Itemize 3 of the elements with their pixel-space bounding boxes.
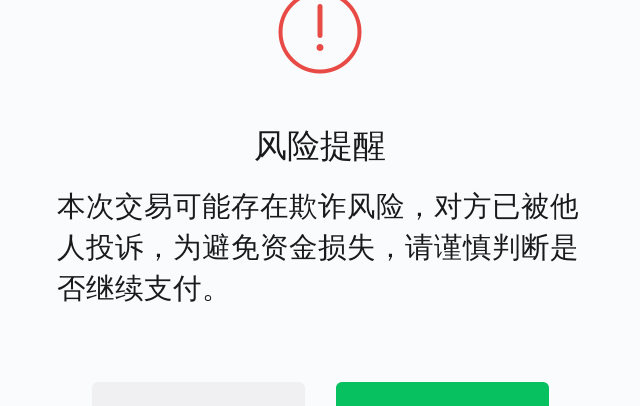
warning-message: 本次交易可能存在欺诈风险，对方已被他人投诉，为避免资金损失，请谨慎判断是否继续支付。 — [57, 189, 580, 307]
dialog-title: 风险提醒 — [254, 126, 386, 166]
warning-icon — [278, 0, 362, 74]
